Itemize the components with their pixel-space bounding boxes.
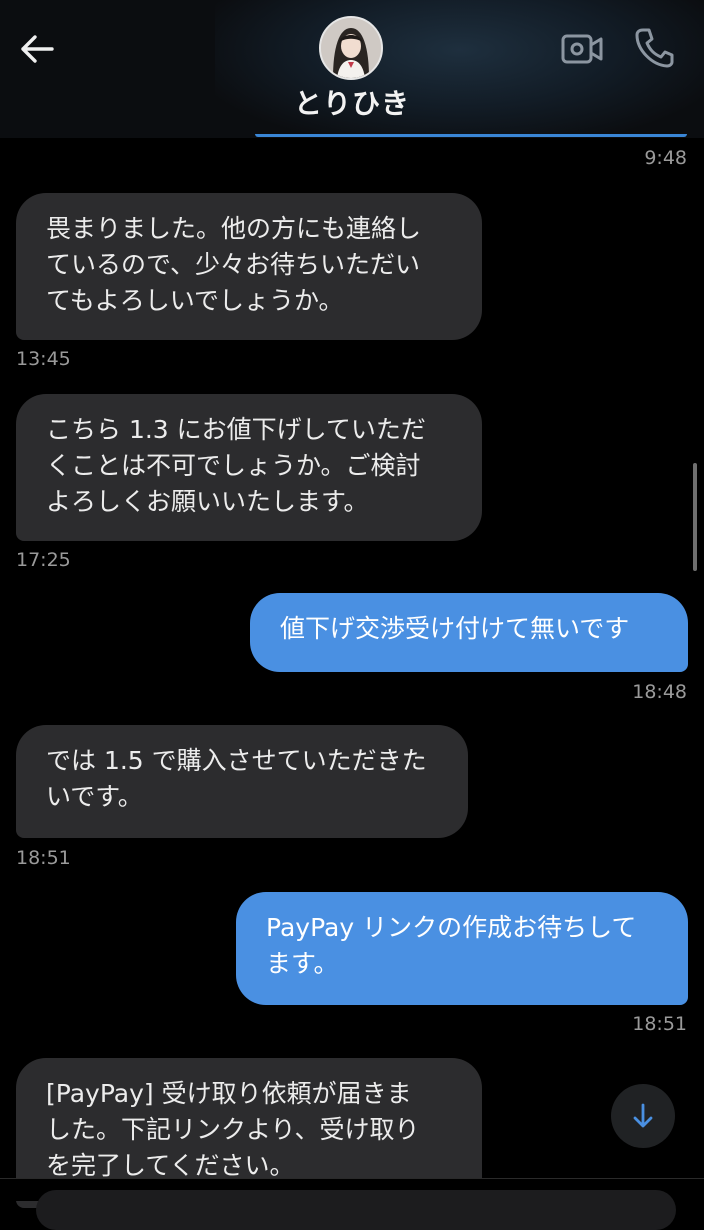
back-arrow-icon: [21, 35, 54, 63]
avatar-image: [321, 18, 381, 78]
message-timestamp: 13:45: [16, 348, 71, 370]
message-timestamp: 18:48: [632, 681, 687, 703]
chat-header: とりひき: [0, 0, 704, 138]
back-button[interactable]: [14, 26, 60, 72]
message-timestamp: 18:51: [632, 1013, 687, 1035]
message-timestamp: 17:25: [16, 549, 71, 571]
arrow-down-icon: [633, 1103, 653, 1128]
message-timestamp: 18:51: [16, 847, 71, 869]
incoming-message-bubble[interactable]: 畏まりました。他の方にも連絡し ているので、少々お待ちいただい てもよろしいでし…: [16, 193, 482, 340]
outgoing-message-bubble[interactable]: PayPay リンクの作成お待ちして ます。: [236, 892, 688, 1005]
video-call-button[interactable]: [561, 30, 603, 66]
phone-call-button[interactable]: [634, 26, 674, 68]
outgoing-message-bubble[interactable]: 値下げ交渉受け付けて無いです: [250, 593, 688, 672]
phone-call-icon: [635, 28, 674, 68]
previous-message-bubble-edge: [255, 134, 687, 137]
message-timestamp: 9:48: [644, 147, 687, 169]
video-call-icon: [561, 34, 603, 64]
incoming-message-bubble[interactable]: では 1.5 で購入させていただきた いです。: [16, 725, 468, 838]
incoming-message-bubble[interactable]: こちら 1.3 にお値下げしていただ くことは不可でしょうか。ご検討 よろしくお…: [16, 394, 482, 541]
message-input[interactable]: [36, 1190, 676, 1230]
scrollbar[interactable]: [693, 463, 697, 571]
contact-name: とりひき: [293, 87, 410, 120]
scroll-to-bottom-button[interactable]: [611, 1084, 675, 1148]
profile-avatar[interactable]: [319, 16, 383, 80]
